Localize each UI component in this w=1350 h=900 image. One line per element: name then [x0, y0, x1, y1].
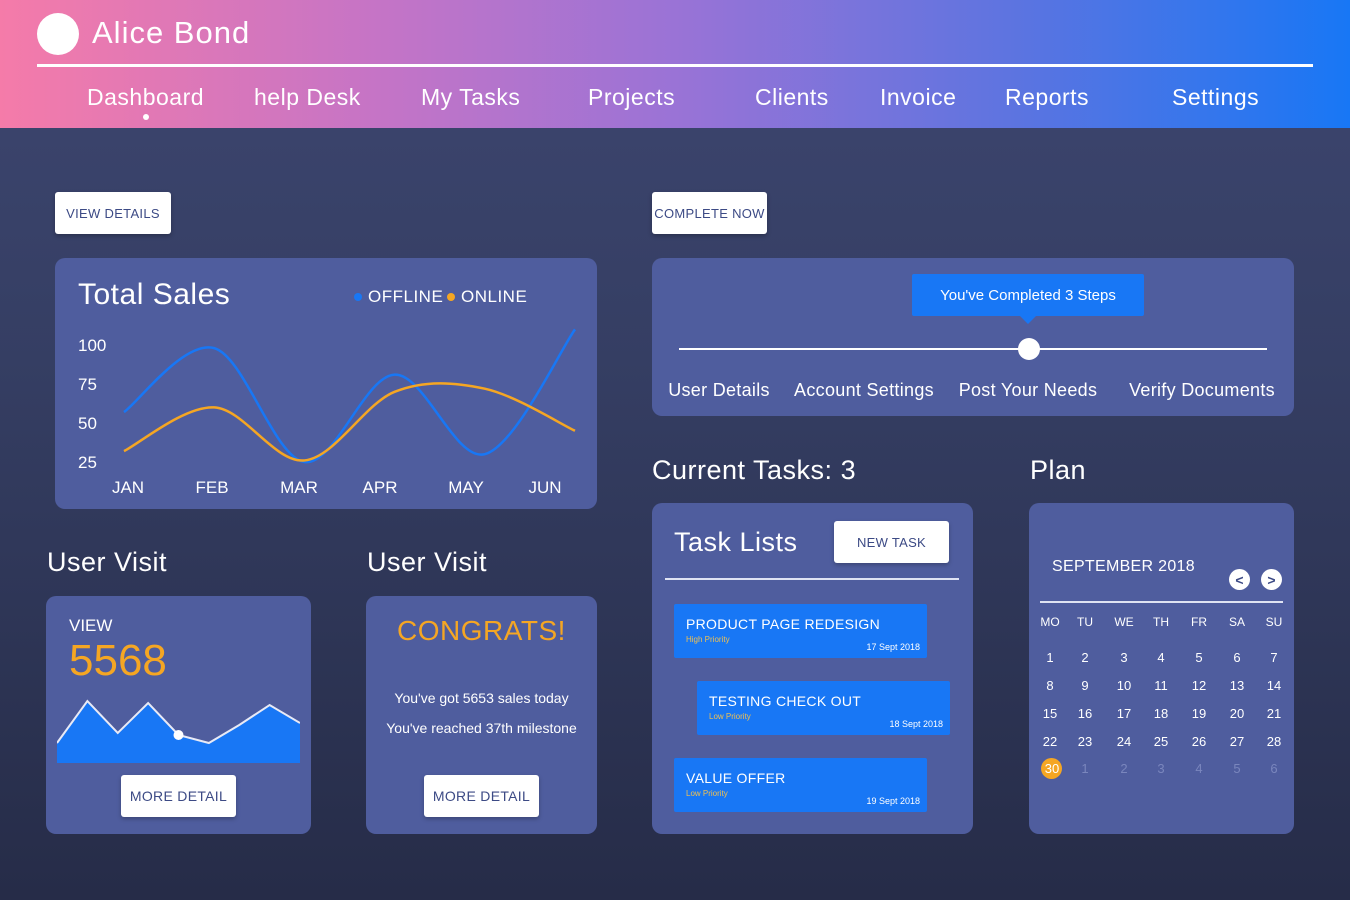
calendar-day[interactable]: 1	[1046, 650, 1053, 665]
calendar-day[interactable]: 12	[1192, 678, 1206, 693]
calendar-day[interactable]: 22	[1043, 734, 1057, 749]
calendar-day[interactable]: 7	[1270, 650, 1277, 665]
calendar-day[interactable]: 13	[1230, 678, 1244, 693]
user-visit-title-2: User Visit	[367, 547, 488, 577]
plan-title: Plan	[1030, 455, 1087, 485]
user-visit-title-1: User Visit	[47, 547, 168, 577]
current-tasks-title: Current Tasks: 3	[652, 455, 857, 485]
congrats-headline: CONGRATS!	[397, 615, 566, 646]
step-post-your-needs[interactable]: Post Your Needs	[959, 380, 1098, 401]
weekday-label: FR	[1191, 615, 1207, 629]
new-task-button[interactable]: NEW TASK	[834, 521, 949, 563]
step-verify-documents[interactable]: Verify Documents	[1129, 380, 1275, 401]
calendar-day[interactable]: 8	[1046, 678, 1053, 693]
calendar-day[interactable]: 30	[1045, 761, 1059, 776]
calendar-day[interactable]: 20	[1230, 706, 1244, 721]
calendar-day[interactable]: 24	[1117, 734, 1131, 749]
task-title: TESTING CHECK OUT	[709, 693, 862, 709]
view-count: 5568	[69, 636, 167, 685]
calendar-day[interactable]: 27	[1230, 734, 1244, 749]
calendar-day[interactable]: 28	[1267, 734, 1281, 749]
weekday-label: SU	[1265, 615, 1283, 629]
steps-progress-handle[interactable]	[1018, 338, 1040, 360]
task-list-divider	[665, 578, 959, 580]
task-item[interactable]: TESTING CHECK OUT Low Priority 18 Sept 2…	[697, 681, 950, 735]
calendar-day[interactable]: 2	[1120, 761, 1127, 776]
weekday-label: WE	[1114, 615, 1134, 629]
steps-track	[679, 348, 1267, 350]
more-detail-button-2[interactable]: MORE DETAIL	[424, 775, 539, 817]
calendar-day[interactable]: 25	[1154, 734, 1168, 749]
calendar-day[interactable]: 23	[1078, 734, 1092, 749]
view-label: VIEW	[69, 616, 113, 635]
congrats-line-2: You've reached 37th milestone	[386, 720, 577, 736]
task-item[interactable]: PRODUCT PAGE REDESIGN High Priority 17 S…	[674, 604, 927, 658]
calendar-day[interactable]: 1	[1081, 761, 1088, 776]
sparkline-marker	[173, 730, 184, 740]
task-title: VALUE OFFER	[686, 770, 786, 786]
calendar-day[interactable]: 9	[1081, 678, 1088, 693]
calendar-day[interactable]: 6	[1270, 761, 1277, 776]
task-item[interactable]: VALUE OFFER Low Priority 19 Sept 2018	[674, 758, 927, 812]
steps-tooltip: You've Completed 3 Steps	[912, 274, 1144, 324]
calendar-day[interactable]: 2	[1081, 650, 1088, 665]
calendar-day[interactable]: 4	[1195, 761, 1202, 776]
calendar-day[interactable]: 3	[1157, 761, 1164, 776]
calendar-day[interactable]: 6	[1233, 650, 1240, 665]
weekday-label: MO	[1040, 615, 1060, 629]
calendar-day[interactable]: 14	[1267, 678, 1281, 693]
calendar-day[interactable]: 5	[1195, 650, 1202, 665]
calendar-day[interactable]: 3	[1120, 650, 1127, 665]
calendar-day[interactable]: 18	[1154, 706, 1168, 721]
visit-sparkline	[57, 699, 300, 763]
calendar-divider	[1040, 601, 1283, 603]
calendar-day[interactable]: 21	[1267, 706, 1281, 721]
task-list-title: Task Lists	[674, 527, 798, 557]
calendar-day[interactable]: 11	[1154, 678, 1168, 693]
more-detail-button-1[interactable]: MORE DETAIL	[121, 775, 236, 817]
calendar-month: SEPTEMBER 2018	[1052, 558, 1195, 575]
calendar-day[interactable]: 16	[1078, 706, 1092, 721]
calendar-next-icon[interactable]: >	[1261, 569, 1282, 590]
calendar-card	[1029, 503, 1294, 834]
task-date: 18 Sept 2018	[889, 719, 943, 729]
weekday-label: TU	[1077, 615, 1093, 629]
step-user-details[interactable]: User Details	[668, 380, 770, 401]
congrats-line-1: You've got 5653 sales today	[394, 690, 569, 706]
task-priority: Low Priority	[709, 712, 751, 721]
task-date: 19 Sept 2018	[866, 796, 920, 806]
weekday-label: SA	[1228, 615, 1246, 629]
calendar-day[interactable]: 10	[1117, 678, 1131, 693]
calendar-prev-icon[interactable]: <	[1229, 569, 1250, 590]
calendar-day[interactable]: 5	[1233, 761, 1240, 776]
task-priority: Low Priority	[686, 789, 728, 798]
task-date: 17 Sept 2018	[866, 642, 920, 652]
task-priority: High Priority	[686, 635, 730, 644]
calendar-day[interactable]: 26	[1192, 734, 1206, 749]
calendar-day[interactable]: 4	[1157, 650, 1164, 665]
calendar-day[interactable]: 15	[1043, 706, 1057, 721]
calendar-day[interactable]: 19	[1192, 706, 1206, 721]
task-title: PRODUCT PAGE REDESIGN	[686, 616, 881, 632]
calendar-day[interactable]: 17	[1117, 706, 1131, 721]
step-account-settings[interactable]: Account Settings	[794, 380, 934, 401]
weekday-label: TH	[1153, 615, 1169, 629]
